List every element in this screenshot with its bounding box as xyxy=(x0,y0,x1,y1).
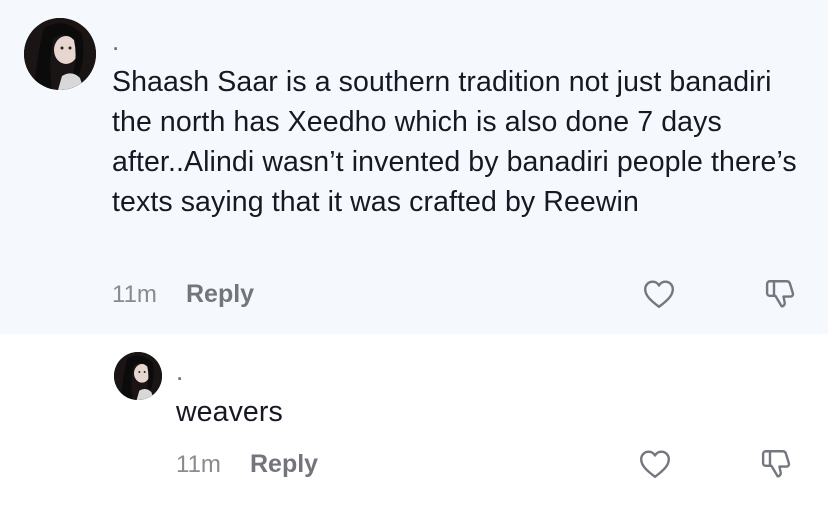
username[interactable]: . xyxy=(176,358,183,384)
comment-text: Shaash Saar is a southern tradition not … xyxy=(112,66,797,218)
heart-icon xyxy=(644,280,674,308)
reply-button[interactable]: Reply xyxy=(250,450,318,479)
avatar[interactable] xyxy=(114,352,162,400)
thumbs-down-icon xyxy=(761,450,791,478)
reply-text: weavers xyxy=(176,396,283,428)
reply-button[interactable]: Reply xyxy=(186,280,254,309)
like-button[interactable] xyxy=(639,274,679,314)
dislike-button[interactable] xyxy=(756,444,796,484)
like-button[interactable] xyxy=(635,444,675,484)
avatar[interactable] xyxy=(24,18,96,90)
dislike-button[interactable] xyxy=(760,274,800,314)
reply-timestamp: 11m xyxy=(176,451,221,478)
reply-item: . weavers 11m Reply xyxy=(0,334,828,519)
heart-icon xyxy=(640,450,670,478)
username[interactable]: . xyxy=(112,28,119,54)
comment-item: . Shaash Saar is a southern tradition no… xyxy=(0,0,828,334)
thumbs-down-icon xyxy=(765,280,795,308)
comment-timestamp: 11m xyxy=(112,281,157,308)
